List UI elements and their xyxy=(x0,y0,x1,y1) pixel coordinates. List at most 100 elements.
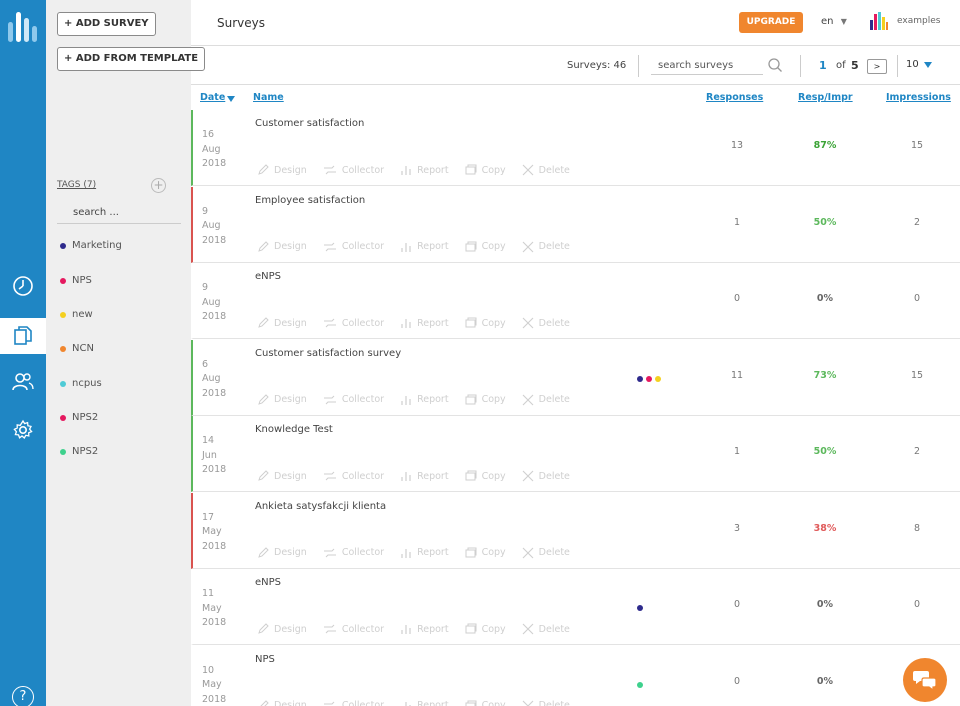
delete-button[interactable]: Delete xyxy=(522,470,570,482)
next-page-button[interactable]: > xyxy=(867,59,887,74)
row-actions: Design Collector Report Copy Delete xyxy=(257,393,570,406)
design-button[interactable]: Design xyxy=(257,470,307,482)
date-day: 6 xyxy=(202,358,209,370)
collector-button[interactable]: Collector xyxy=(323,394,384,406)
design-button[interactable]: Design xyxy=(257,623,307,635)
tag-item-nps2-alt[interactable]: NPS2 xyxy=(60,446,98,457)
report-label: Report xyxy=(417,241,449,252)
copy-button[interactable]: Copy xyxy=(465,394,506,406)
upgrade-button[interactable]: UPGRADE xyxy=(739,12,803,33)
tag-item-nps2[interactable]: NPS2 xyxy=(60,412,98,423)
tag-item-marketing[interactable]: Marketing xyxy=(60,240,122,251)
chevron-down-icon[interactable] xyxy=(924,62,932,68)
survey-row[interactable]: 16 Aug 2018 Customer satisfaction Design… xyxy=(191,110,960,186)
chat-button[interactable] xyxy=(903,658,947,702)
add-tag-icon[interactable]: + xyxy=(151,178,166,193)
report-button[interactable]: Report xyxy=(400,547,449,559)
delete-button[interactable]: Delete xyxy=(522,394,570,406)
language-select[interactable]: en ▼ xyxy=(821,16,847,27)
tag-item-ncn[interactable]: NCN xyxy=(60,343,94,354)
survey-row[interactable]: 9 Aug 2018 Employee satisfaction Design … xyxy=(191,186,960,263)
copy-button[interactable]: Copy xyxy=(465,623,506,635)
survey-name[interactable]: NPS xyxy=(255,654,275,665)
survey-name[interactable]: Customer satisfaction xyxy=(255,118,364,129)
tag-search-input[interactable] xyxy=(57,202,181,224)
search-input[interactable] xyxy=(651,57,763,75)
survey-name[interactable]: Knowledge Test xyxy=(255,424,333,435)
collector-button[interactable]: Collector xyxy=(323,241,384,253)
design-button[interactable]: Design xyxy=(257,240,307,253)
report-button[interactable]: Report xyxy=(400,623,449,635)
report-button[interactable]: Report xyxy=(400,700,449,706)
copy-button[interactable]: Copy xyxy=(465,241,506,253)
survey-row[interactable]: 10 May 2018 NPS Design Collector Report … xyxy=(191,646,960,706)
sort-desc-icon[interactable] xyxy=(227,96,235,102)
nav-users[interactable] xyxy=(0,364,46,400)
add-survey-button[interactable]: + ADD SURVEY xyxy=(57,12,156,36)
survey-name[interactable]: Ankieta satysfakcji klienta xyxy=(255,501,386,512)
tag-color-dot xyxy=(60,345,66,352)
design-button[interactable]: Design xyxy=(257,546,307,559)
nav-settings[interactable] xyxy=(0,412,46,448)
tags-heading[interactable]: TAGS (7) xyxy=(57,180,96,190)
delete-button[interactable]: Delete xyxy=(522,164,570,176)
per-page-select[interactable]: 10 xyxy=(906,59,919,70)
delete-button[interactable]: Delete xyxy=(522,700,570,706)
tag-label: NPS2 xyxy=(72,446,99,457)
help-icon[interactable]: ? xyxy=(12,686,34,706)
column-date[interactable]: Date xyxy=(200,92,225,103)
report-button[interactable]: Report xyxy=(400,470,449,482)
design-button[interactable]: Design xyxy=(257,164,307,176)
search-icon[interactable] xyxy=(767,57,783,73)
survey-row[interactable]: 14 Jun 2018 Knowledge Test Design Collec… xyxy=(191,416,960,492)
collector-button[interactable]: Collector xyxy=(323,623,384,635)
copy-button[interactable]: Copy xyxy=(465,317,506,329)
delete-button[interactable]: Delete xyxy=(522,317,570,329)
collector-button[interactable]: Collector xyxy=(323,470,384,482)
collector-button[interactable]: Collector xyxy=(323,700,384,706)
tag-item-nps[interactable]: NPS xyxy=(60,275,92,286)
nav-dashboard[interactable] xyxy=(0,268,46,304)
report-label: Report xyxy=(417,164,449,176)
column-resp-impr[interactable]: Resp/Impr xyxy=(798,92,853,103)
report-button[interactable]: Report xyxy=(400,394,449,406)
copy-button[interactable]: Copy xyxy=(465,700,506,706)
report-button[interactable]: Report xyxy=(400,164,449,176)
survey-row[interactable]: 17 May 2018 Ankieta satysfakcji klienta … xyxy=(191,492,960,569)
survey-date: 17 May 2018 xyxy=(202,511,226,555)
delete-button[interactable]: Delete xyxy=(522,547,570,559)
copy-button[interactable]: Copy xyxy=(465,164,506,176)
delete-button[interactable]: Delete xyxy=(522,623,570,635)
tag-item-new[interactable]: new xyxy=(60,309,93,320)
collector-button[interactable]: Collector xyxy=(323,317,384,329)
examples-logo-icon[interactable] xyxy=(869,11,889,33)
design-button[interactable]: Design xyxy=(257,699,307,706)
survey-name[interactable]: Employee satisfaction xyxy=(255,195,365,206)
app-logo-icon[interactable] xyxy=(6,8,40,48)
design-button[interactable]: Design xyxy=(257,393,307,406)
add-from-template-button[interactable]: + ADD FROM TEMPLATE xyxy=(57,47,206,71)
column-impressions[interactable]: Impressions xyxy=(886,92,951,103)
tag-item-ncpus[interactable]: ncpus xyxy=(60,378,102,389)
copy-button[interactable]: Copy xyxy=(465,547,506,559)
collector-button[interactable]: Collector xyxy=(323,164,384,176)
collector-button[interactable]: Collector xyxy=(323,547,384,559)
examples-link[interactable]: examples xyxy=(897,16,940,26)
survey-name[interactable]: eNPS xyxy=(255,271,281,282)
report-button[interactable]: Report xyxy=(400,241,449,253)
survey-row[interactable]: 6 Aug 2018 Customer satisfaction survey … xyxy=(191,339,960,416)
column-responses[interactable]: Responses xyxy=(706,92,763,103)
copy-button[interactable]: Copy xyxy=(465,470,506,482)
column-name[interactable]: Name xyxy=(253,92,284,103)
survey-name[interactable]: Customer satisfaction survey xyxy=(255,348,401,359)
survey-row[interactable]: 11 May 2018 eNPS Design Collector Report… xyxy=(191,569,960,645)
delete-button[interactable]: Delete xyxy=(522,241,570,253)
survey-row[interactable]: 9 Aug 2018 eNPS Design Collector Report … xyxy=(191,263,960,339)
survey-name[interactable]: eNPS xyxy=(255,577,281,588)
report-button[interactable]: Report xyxy=(400,317,449,329)
survey-responses: 1 xyxy=(733,446,741,457)
tag-label: ncpus xyxy=(72,378,102,389)
nav-surveys[interactable] xyxy=(0,318,46,354)
design-button[interactable]: Design xyxy=(257,317,307,329)
page-current[interactable]: 1 xyxy=(819,59,827,72)
